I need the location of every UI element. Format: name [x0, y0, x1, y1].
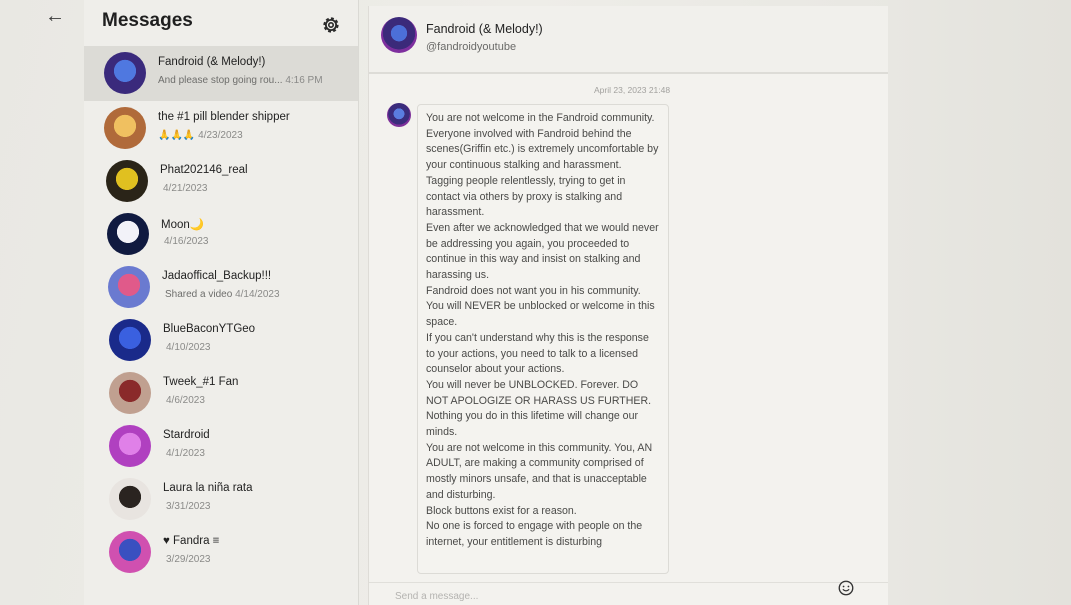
conversation-item[interactable]: the #1 pill blender shipper 🙏🙏🙏 4/23/2023	[84, 101, 358, 154]
conversation-meta: 3/31/2023	[166, 501, 211, 512]
conversation-meta: 3/29/2023	[166, 554, 211, 565]
conversation-time: 4/1/2023	[166, 448, 205, 459]
conversation-avatar	[109, 319, 151, 361]
emoji-icon[interactable]	[837, 579, 855, 597]
back-arrow-icon[interactable]: ←	[40, 4, 70, 28]
message-timestamp: April 23, 2023 21:48	[594, 85, 671, 95]
messages-sidebar: Messages Fandroid (& Melody!) And please …	[84, 0, 359, 605]
message-text: You are not welcome in the Fandroid comm…	[426, 112, 659, 548]
conversation-list: Fandroid (& Melody!) And please stop goin…	[84, 46, 358, 578]
conversation-name: Laura la niña rata	[163, 482, 253, 494]
conversation-avatar	[109, 531, 151, 573]
conversation-item[interactable]: Laura la niña rata 3/31/2023	[84, 472, 358, 525]
chat-name[interactable]: Fandroid (& Melody!)	[426, 22, 543, 36]
conversation-time: 4/14/2023	[235, 289, 280, 300]
sidebar-title: Messages	[102, 10, 193, 31]
conversation-name: ♥ Fandra ≡	[163, 535, 220, 547]
conversation-avatar	[108, 266, 150, 308]
conversation-meta: 4/1/2023	[166, 448, 205, 459]
conversation-time: 3/29/2023	[166, 554, 211, 565]
conversation-item[interactable]: Stardroid 4/1/2023	[84, 419, 358, 472]
message-input[interactable]	[393, 587, 817, 605]
message-sender-avatar[interactable]	[387, 103, 411, 127]
conversation-item[interactable]: ♥ Fandra ≡ 3/29/2023	[84, 525, 358, 578]
conversation-meta: And please stop going rou... 4:16 PM	[158, 75, 323, 86]
conversation-name: Stardroid	[163, 429, 210, 441]
conversation-avatar	[106, 160, 148, 202]
conversation-name: BlueBaconYTGeo	[163, 323, 256, 335]
conversation-avatar	[109, 425, 151, 467]
chat-avatar[interactable]	[381, 17, 417, 53]
conversation-name: Tweek_#1 Fan	[163, 376, 239, 388]
conversation-time: 4/23/2023	[198, 130, 243, 141]
conversation-time: 4/10/2023	[166, 342, 211, 353]
conversation-meta: 4/6/2023	[166, 395, 205, 406]
conversation-avatar	[109, 478, 151, 520]
conversation-name: Fandroid (& Melody!)	[158, 56, 266, 68]
message-bubble: You are not welcome in the Fandroid comm…	[417, 104, 669, 574]
conversation-name: Phat202146_real	[160, 164, 248, 176]
screen: ← Messages Fandroid (& Melody!) And pleas…	[0, 0, 1071, 605]
conversation-name: Jadaoffical_Backup!!!	[162, 270, 272, 282]
conversation-avatar	[104, 52, 146, 94]
conversation-item[interactable]: Tweek_#1 Fan 4/6/2023	[84, 366, 358, 419]
message-composer	[369, 579, 889, 605]
conversation-preview: 🙏🙏🙏	[158, 130, 196, 141]
conversation-preview: And please stop going rou...	[158, 75, 283, 86]
conversation-name: the #1 pill blender shipper	[158, 111, 290, 123]
chat-panel: Fandroid (& Melody!) @fandroidyoutube Ap…	[368, 6, 889, 605]
chat-handle[interactable]: @fandroidyoutube	[426, 41, 516, 53]
conversation-meta: 🙏🙏🙏 4/23/2023	[158, 130, 243, 141]
conversation-name: Moon🌙	[161, 219, 205, 231]
conversation-avatar	[109, 372, 151, 414]
conversation-item[interactable]: Moon🌙 4/16/2023	[84, 207, 358, 260]
conversation-time: 4/16/2023	[164, 236, 209, 247]
conversation-avatar	[104, 107, 146, 149]
conversation-meta: 4/10/2023	[166, 342, 211, 353]
conversation-avatar	[107, 213, 149, 255]
conversation-time: 3/31/2023	[166, 501, 211, 512]
conversation-item[interactable]: Jadaoffical_Backup!!! Shared a video 4/14…	[84, 260, 358, 313]
conversation-item[interactable]: Fandroid (& Melody!) And please stop goin…	[84, 46, 358, 101]
conversation-meta: 4/21/2023	[163, 183, 208, 194]
conversation-item[interactable]: BlueBaconYTGeo 4/10/2023	[84, 313, 358, 366]
conversation-preview: Shared a video	[165, 289, 233, 300]
conversation-time: 4/6/2023	[166, 395, 205, 406]
conversation-time: 4:16 PM	[285, 75, 323, 86]
chat-header: Fandroid (& Melody!) @fandroidyoutube	[369, 6, 889, 74]
sidebar-header: Messages	[84, 0, 358, 46]
empty-right-area	[888, 0, 1071, 605]
settings-gear-icon[interactable]	[320, 14, 342, 36]
conversation-meta: Shared a video 4/14/2023	[165, 289, 280, 300]
conversation-item[interactable]: Phat202146_real 4/21/2023	[84, 154, 358, 207]
conversation-meta: 4/16/2023	[164, 236, 209, 247]
conversation-time: 4/21/2023	[163, 183, 208, 194]
